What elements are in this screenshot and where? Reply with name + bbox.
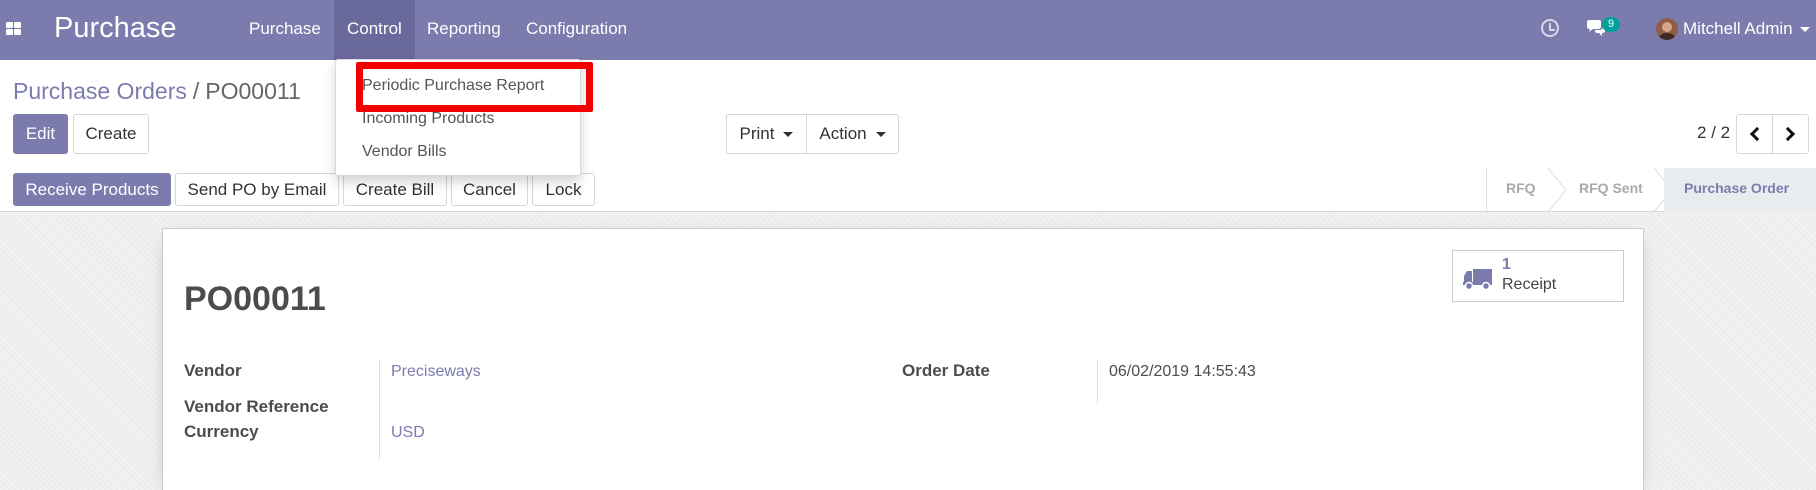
breadcrumb-current: PO00011 xyxy=(205,78,301,104)
receipt-count: 1 xyxy=(1502,256,1511,273)
action-dropdown-button[interactable]: Action xyxy=(806,114,899,154)
vendor-label: Vendor xyxy=(184,361,242,380)
stage-purchase-order[interactable]: Purchase Order xyxy=(1664,168,1816,212)
stage-rfq-sent[interactable]: RFQ Sent xyxy=(1559,168,1663,212)
activity-clock-icon[interactable] xyxy=(1541,19,1559,37)
receive-products-button[interactable]: Receive Products xyxy=(13,173,171,206)
menu-configuration[interactable]: Configuration xyxy=(513,0,640,60)
truck-icon xyxy=(1463,269,1492,290)
form-statusbar: Receive Products Send PO by Email Create… xyxy=(0,168,1816,212)
menu-item-incoming-products[interactable]: Incoming Products xyxy=(362,110,495,128)
chevron-down-icon xyxy=(783,132,794,138)
field-divider xyxy=(379,359,380,459)
menu-purchase[interactable]: Purchase xyxy=(236,0,334,60)
pager-value[interactable]: 2 / 2 xyxy=(1697,123,1730,143)
create-bill-button[interactable]: Create Bill xyxy=(343,173,447,206)
chevron-left-icon xyxy=(1749,126,1765,142)
pager-previous-button[interactable] xyxy=(1736,114,1773,154)
vendor-reference-label: Vendor Reference xyxy=(184,397,329,416)
menu-item-vendor-bills[interactable]: Vendor Bills xyxy=(362,143,447,161)
user-menu-caret-icon[interactable] xyxy=(1800,27,1810,32)
breadcrumb-separator: / xyxy=(192,78,200,104)
lock-button[interactable]: Lock xyxy=(532,173,595,206)
chevron-right-icon xyxy=(1780,126,1796,142)
avatar[interactable] xyxy=(1656,18,1678,40)
form-sheet: 1 Receipt PO00011 Vendor Preciseways Ven… xyxy=(162,228,1644,490)
page-title: PO00011 xyxy=(184,280,326,318)
chevron-down-icon xyxy=(875,132,886,138)
receipt-smart-button[interactable]: 1 Receipt xyxy=(1452,250,1624,302)
menu-reporting[interactable]: Reporting xyxy=(414,0,514,60)
vendor-value[interactable]: Preciseways xyxy=(391,363,481,381)
cancel-button[interactable]: Cancel xyxy=(451,173,528,206)
app-brand[interactable]: Purchase xyxy=(54,12,177,45)
breadcrumb-purchase-orders[interactable]: Purchase Orders xyxy=(13,78,187,104)
currency-value[interactable]: USD xyxy=(391,424,425,442)
order-date-label: Order Date xyxy=(902,361,990,380)
edit-button[interactable]: Edit xyxy=(13,114,68,154)
top-navbar: Purchase Purchase Control Reporting Conf… xyxy=(0,0,1816,60)
chat-count-badge: 9 xyxy=(1602,17,1620,32)
action-label: Action xyxy=(819,124,867,143)
order-date-value[interactable]: 06/02/2019 14:55:43 xyxy=(1109,363,1256,381)
field-divider xyxy=(1097,359,1098,403)
receipt-label: Receipt xyxy=(1502,276,1557,293)
pager-next-button[interactable] xyxy=(1772,114,1809,154)
apps-menu-icon[interactable] xyxy=(6,22,22,36)
currency-label: Currency xyxy=(184,422,259,441)
menu-control[interactable]: Control xyxy=(334,0,415,60)
create-button[interactable]: Create xyxy=(73,114,149,154)
print-dropdown-button[interactable]: Print xyxy=(726,114,807,154)
print-label: Print xyxy=(739,124,775,143)
breadcrumb: Purchase Orders / PO00011 xyxy=(13,78,301,105)
send-po-email-button[interactable]: Send PO by Email xyxy=(175,173,339,206)
highlight-box xyxy=(356,62,593,112)
user-menu-name[interactable]: Mitchell Admin xyxy=(1683,19,1793,39)
